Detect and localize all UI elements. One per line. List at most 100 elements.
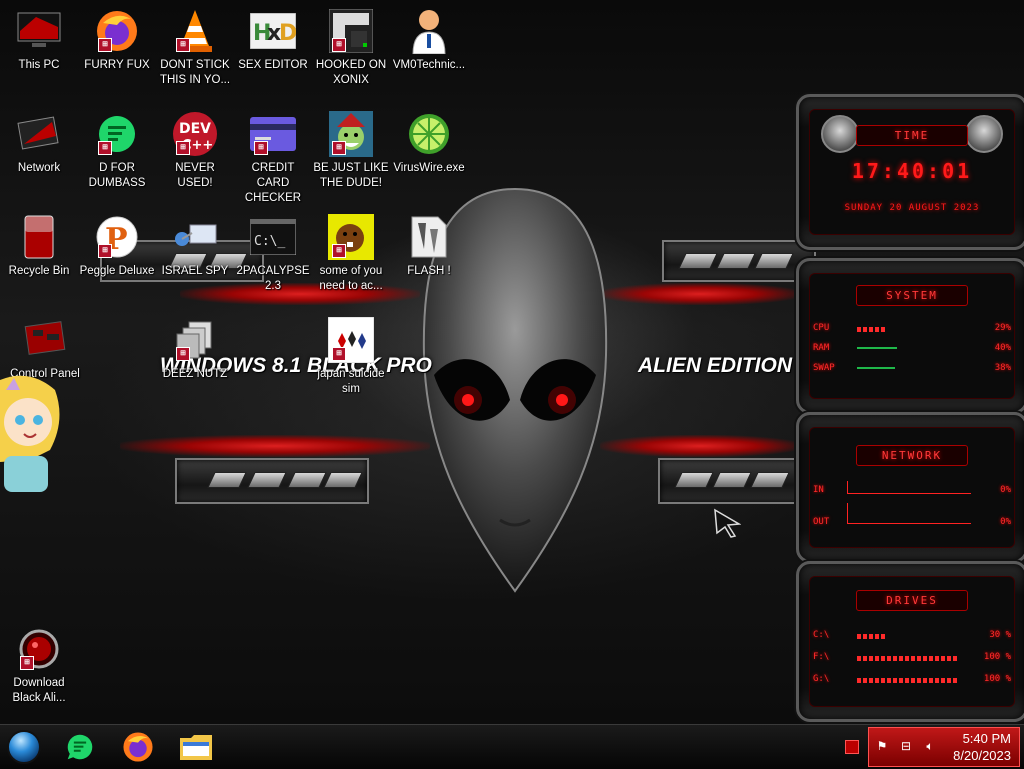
desktop-icon-label: BE JUST LIKE THE DUDE!	[313, 162, 389, 189]
metal-plate	[658, 458, 812, 504]
network-in-meter: IN 0%	[813, 481, 1011, 499]
desktop-icon-dont-stick[interactable]: ⊞ DONT STICK THIS IN YO...	[157, 8, 233, 88]
desktop-icon-viruswire[interactable]: VirusWire.exe	[391, 111, 467, 176]
tray-clock-time[interactable]: 5:40 PM	[963, 731, 1011, 746]
network-out-meter: OUT 0%	[813, 503, 1011, 531]
red-glow-bar	[120, 435, 430, 457]
desktop-icon-never-used[interactable]: DEV C++ ⊞ NEVER USED!	[157, 111, 233, 191]
desktop-icon-label: Download Black Ali...	[12, 677, 66, 704]
system-tray[interactable]: ⚑ ⊟ 🔈︎ 5:40 PM 8/20/2023	[868, 727, 1020, 767]
network-widget[interactable]: NETWORK IN 0% OUT 0%	[796, 412, 1024, 563]
desktop-icon-label: some of you need to ac...	[319, 265, 383, 292]
desktop-icon-label: japan suicide sim	[317, 368, 385, 395]
mouse-cursor-icon	[714, 508, 741, 538]
drive-c-meter: C:\ 30 %	[813, 630, 1011, 644]
action-center-flag-icon[interactable]: ⚑	[875, 739, 889, 753]
shortcut-badge-icon: ⊞	[20, 656, 34, 670]
shortcut-badge-icon: ⊞	[176, 141, 190, 155]
technician-person-icon	[406, 8, 452, 54]
taskbar-chat-app[interactable]	[61, 729, 99, 765]
widget-clock-time: 17:40:01	[851, 159, 973, 183]
ram-meter: RAM 40%	[813, 343, 1011, 357]
shortcut-badge-icon: ⊞	[332, 347, 346, 361]
flash-document-icon	[406, 214, 452, 260]
meter-value: 40%	[994, 343, 1011, 353]
taskbar-firefox[interactable]	[119, 729, 157, 765]
card-game-icon: ⊞	[328, 317, 374, 363]
metal-plate	[175, 458, 369, 504]
network-status-icon[interactable]: ⊟	[899, 739, 913, 753]
desktop-icon-label: ISRAEL SPY	[161, 265, 229, 277]
desktop-icon-furry-fux[interactable]: ⊞ FURRY FUX	[79, 8, 155, 73]
meter-label: OUT	[813, 517, 830, 527]
desktop-icon-label: DONT STICK THIS IN YO...	[159, 59, 231, 86]
desktop-icon-vm0technician[interactable]: VM0Technic...	[391, 8, 467, 73]
desktop-icon-label: DEEZ NUTZ	[162, 368, 228, 380]
desktop-icon-japan-suicide-sim[interactable]: ⊞ japan suicide sim	[313, 317, 389, 397]
start-orb-icon	[7, 730, 41, 764]
desktop-icon-label: Peggle Deluxe	[79, 265, 155, 277]
desktop-icon-israel-spy[interactable]: ISRAEL SPY	[157, 214, 233, 279]
meter-label: C:\	[813, 630, 830, 640]
meter-value: 38%	[994, 363, 1011, 373]
desktop[interactable]: WINDOWS 8.1 BLACK PRO ALIEN EDITION 20 T…	[0, 0, 1024, 724]
meter-label: SWAP	[813, 363, 835, 373]
shortcut-badge-icon: ⊞	[176, 38, 190, 52]
shortcut-badge-icon: ⊞	[254, 141, 268, 155]
taskbar[interactable]: ⚑ ⊟ 🔈︎ 5:40 PM 8/20/2023	[0, 724, 1024, 769]
desktop-icon-sex-editor[interactable]: HxD SEX EDITOR	[235, 8, 311, 73]
desktop-icon-deez-nutz[interactable]: ⊞ DEEZ NUTZ	[157, 317, 233, 382]
meter-label: F:\	[813, 652, 830, 662]
desktop-icon-label: FURRY FUX	[84, 59, 150, 71]
desktop-icon-some-of-you[interactable]: ⊞ some of you need to ac...	[313, 214, 389, 294]
meter-value: 0%	[1000, 517, 1011, 527]
system-widget-title: SYSTEM	[856, 285, 968, 306]
hxd-editor-icon: HxD	[250, 8, 296, 54]
desktop-icon-peggle-deluxe[interactable]: P ⊞ Peggle Deluxe	[79, 214, 155, 279]
monitor-icon	[16, 8, 62, 54]
shortcut-badge-icon: ⊞	[98, 38, 112, 52]
desktop-icon-2pacalypse[interactable]: C:\_ 2PACALYPSE 2.3	[235, 214, 311, 294]
desktop-icon-label: This PC	[18, 59, 60, 71]
system-widget[interactable]: SYSTEM CPU 29% RAM 40% SWAP 38%	[796, 258, 1024, 414]
meter-label: G:\	[813, 674, 830, 684]
desktop-icon-label: VirusWire.exe	[393, 162, 465, 174]
desktop-icon-label: Network	[17, 162, 61, 174]
red-glow-bar	[600, 283, 800, 305]
shortcut-badge-icon: ⊞	[98, 141, 112, 155]
desktop-icon-credit-card-checker[interactable]: ⊞ CREDIT CARD CHECKER	[235, 111, 311, 206]
desktop-icon-be-just-like-the-dude[interactable]: ⊞ BE JUST LIKE THE DUDE!	[313, 111, 389, 191]
desktop-icon-flash[interactable]: FLASH !	[391, 214, 467, 279]
recycle-bin-icon	[16, 214, 62, 260]
time-widget[interactable]: TIME 17:40:01 SUNDAY 20 AUGUST 2023	[796, 94, 1024, 250]
tray-overflow-icon[interactable]	[845, 740, 859, 754]
time-widget-title: TIME	[856, 125, 968, 146]
desktop-icon-label: CREDIT CARD CHECKER	[244, 162, 302, 204]
desktop-icon-this-pc[interactable]: This PC	[1, 8, 77, 73]
taskbar-file-explorer[interactable]	[177, 729, 215, 765]
red-glow-bar	[600, 435, 800, 457]
widget-clock-date: SUNDAY 20 AUGUST 2023	[844, 203, 980, 213]
drives-widget[interactable]: DRIVES C:\ 30 % F:\ 100 % G:\ 100 %	[796, 561, 1024, 722]
control-panel-icon	[22, 317, 68, 363]
wallpaper-brand-right: ALIEN EDITION 20	[638, 354, 822, 377]
desktop-icon-network[interactable]: Network	[1, 111, 77, 176]
spy-network-icon	[172, 214, 218, 260]
desktop-icon-download-black-alien[interactable]: ⊞ Download Black Ali...	[1, 626, 77, 706]
shortcut-badge-icon: ⊞	[176, 347, 190, 361]
meter-value: 100 %	[983, 652, 1011, 662]
desktop-icon-recycle-bin[interactable]: Recycle Bin	[1, 214, 77, 279]
desktop-icon-label: SEX EDITOR	[238, 59, 308, 71]
desktop-icon-d-for-dumbass[interactable]: ⊞ D FOR DUMBASS	[79, 111, 155, 191]
tray-clock-date[interactable]: 8/20/2023	[953, 748, 1011, 763]
desktop-icon-label: NEVER USED!	[175, 162, 215, 189]
meter-bar	[857, 367, 895, 369]
volume-icon[interactable]: 🔈︎	[923, 739, 937, 753]
meter-bar	[857, 634, 887, 639]
cpu-meter: CPU 29%	[813, 323, 1011, 337]
start-button[interactable]	[5, 729, 43, 765]
credit-card-icon: ⊞	[250, 111, 296, 157]
alien-head-icon	[821, 115, 859, 153]
svg-text:C:\_: C:\_	[254, 234, 285, 249]
desktop-icon-hooked-on-xonix[interactable]: ⊞ HOOKED ON XONIX	[313, 8, 389, 88]
